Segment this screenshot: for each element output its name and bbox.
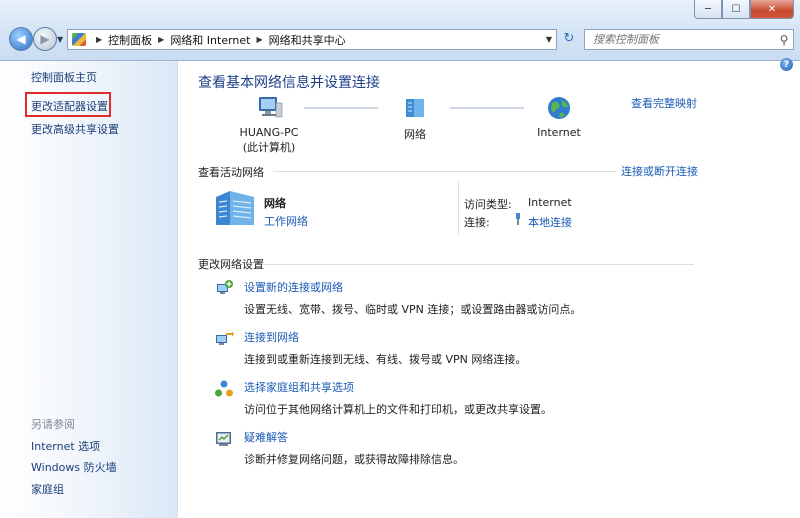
recent-pages-dropdown[interactable]: ▼ (57, 35, 63, 44)
address-dropdown[interactable]: ▼ (546, 35, 552, 44)
search-icon[interactable]: ⚲ (775, 33, 793, 47)
network-node-label: 网络 (404, 128, 426, 141)
connect-network-icon (216, 331, 234, 345)
page-title: 查看基本网络信息并设置连接 (198, 75, 380, 91)
back-arrow-icon: ◀ (16, 32, 26, 46)
map-node-internet[interactable]: Internet (528, 95, 590, 139)
setup-new-connection-desc: 设置无线、宽带、拨号、临时或 VPN 连接；或设置路由器或访问点。 (244, 303, 582, 316)
see-full-map-link[interactable]: 查看完整映射 (631, 95, 697, 111)
sidebar-item-internet-options[interactable]: Internet 选项 (31, 438, 100, 454)
chevron-right-icon[interactable]: ▶ (158, 35, 164, 44)
change-settings-header: 更改网络设置 (198, 258, 264, 271)
window-controls: ─ ☐ ✕ (694, 0, 794, 19)
computer-icon (259, 97, 283, 118)
computer-sub: (此计算机) (242, 141, 296, 154)
new-connection-icon (217, 280, 233, 294)
maximize-button[interactable]: ☐ (722, 0, 750, 19)
troubleshoot-link[interactable]: 疑难解答 (244, 429, 464, 445)
sidebar-item-homegroup[interactable]: 家庭组 (31, 481, 64, 497)
homegroup-icon (215, 380, 233, 397)
chevron-right-icon[interactable]: ▶ (96, 35, 102, 44)
setup-new-connection-link[interactable]: 设置新的连接或网络 (244, 279, 581, 295)
map-node-computer[interactable]: HUANG-PC (此计算机) (234, 95, 304, 155)
connect-network-desc: 连接到或重新连接到无线、有线、拨号或 VPN 网络连接。 (244, 353, 527, 366)
task-setup-new-connection: 设置新的连接或网络 设置无线、宽带、拨号、临时或 VPN 连接；或设置路由器或访… (244, 279, 581, 317)
map-connector-line (304, 107, 378, 109)
troubleshoot-icon (216, 432, 231, 446)
sidebar-item-change-advanced-sharing[interactable]: 更改高级共享设置 (31, 121, 119, 137)
access-type-value: Internet (528, 196, 572, 209)
computer-name: HUANG-PC (239, 126, 299, 139)
chevron-right-icon[interactable]: ▶ (257, 35, 263, 44)
homegroup-sharing-desc: 访问位于其他网络计算机上的文件和打印机，或更改共享设置。 (244, 403, 552, 416)
forward-arrow-icon: ▶ (40, 32, 50, 46)
ethernet-icon (516, 213, 520, 225)
sidebar-item-control-panel-home[interactable]: 控制面板主页 (31, 69, 97, 85)
task-troubleshoot: 疑难解答 诊断并修复网络问题，或获得故障排除信息。 (244, 429, 464, 467)
network-icon (406, 99, 424, 117)
close-button[interactable]: ✕ (750, 0, 794, 19)
network-type-link[interactable]: 工作网络 (264, 213, 308, 229)
active-networks-header: 查看活动网络 (198, 166, 264, 179)
breadcrumb-network-internet[interactable]: 网络和 Internet (170, 32, 250, 48)
access-type-label: 访问类型: (464, 198, 512, 211)
back-button[interactable]: ◀ (9, 27, 33, 51)
sidebar-item-change-adapter-settings[interactable]: 更改适配器设置 (31, 98, 108, 114)
globe-icon (548, 97, 570, 119)
sidebar-item-windows-firewall[interactable]: Windows 防火墙 (31, 459, 117, 475)
task-homegroup-sharing: 选择家庭组和共享选项 访问位于其他网络计算机上的文件和打印机，或更改共享设置。 (244, 379, 552, 417)
connect-network-link[interactable]: 连接到网络 (244, 329, 526, 345)
refresh-icon: ↻ (563, 31, 575, 46)
control-panel-icon (72, 33, 86, 46)
minimize-button[interactable]: ─ (694, 0, 722, 19)
main-panel: ? 查看基本网络信息并设置连接 查看完整映射 HUANG-PC (此计算机) 网… (178, 58, 800, 518)
forward-button[interactable]: ▶ (33, 27, 57, 51)
vertical-divider (458, 182, 459, 234)
refresh-button[interactable]: ↻ (559, 29, 579, 48)
section-divider (262, 264, 694, 265)
troubleshoot-desc: 诊断并修复网络问题，或获得故障排除信息。 (244, 453, 464, 466)
breadcrumb-control-panel[interactable]: 控制面板 (108, 32, 152, 48)
sidebar: 控制面板主页 更改适配器设置 更改高级共享设置 另请参阅 Internet 选项… (0, 61, 178, 518)
map-node-network[interactable]: 网络 (388, 95, 442, 142)
homegroup-sharing-link[interactable]: 选择家庭组和共享选项 (244, 379, 552, 395)
search-input[interactable] (585, 32, 775, 47)
search-box[interactable]: ⚲ (584, 29, 794, 50)
local-connection-link[interactable]: 本地连接 (528, 214, 572, 230)
map-connector-line (450, 107, 524, 109)
connection-label: 连接: (464, 216, 490, 229)
active-network-name: 网络 (264, 197, 286, 210)
address-bar[interactable]: ▶ 控制面板 ▶ 网络和 Internet ▶ 网络和共享中心 ▼ (67, 29, 557, 50)
task-connect-network: 连接到网络 连接到或重新连接到无线、有线、拨号或 VPN 网络连接。 (244, 329, 526, 367)
see-also-heading: 另请参阅 (31, 418, 75, 431)
window-chrome: ─ ☐ ✕ ◀ ▶ ▼ ▶ 控制面板 ▶ 网络和 Internet ▶ 网络和共… (0, 0, 800, 61)
breadcrumb-network-sharing-center[interactable]: 网络和共享中心 (269, 32, 346, 48)
network-building-icon (216, 191, 254, 225)
help-icon[interactable]: ? (780, 58, 793, 71)
connect-disconnect-link[interactable]: 连接或断开连接 (621, 163, 698, 179)
section-divider (273, 171, 616, 172)
internet-node-label: Internet (537, 126, 581, 139)
